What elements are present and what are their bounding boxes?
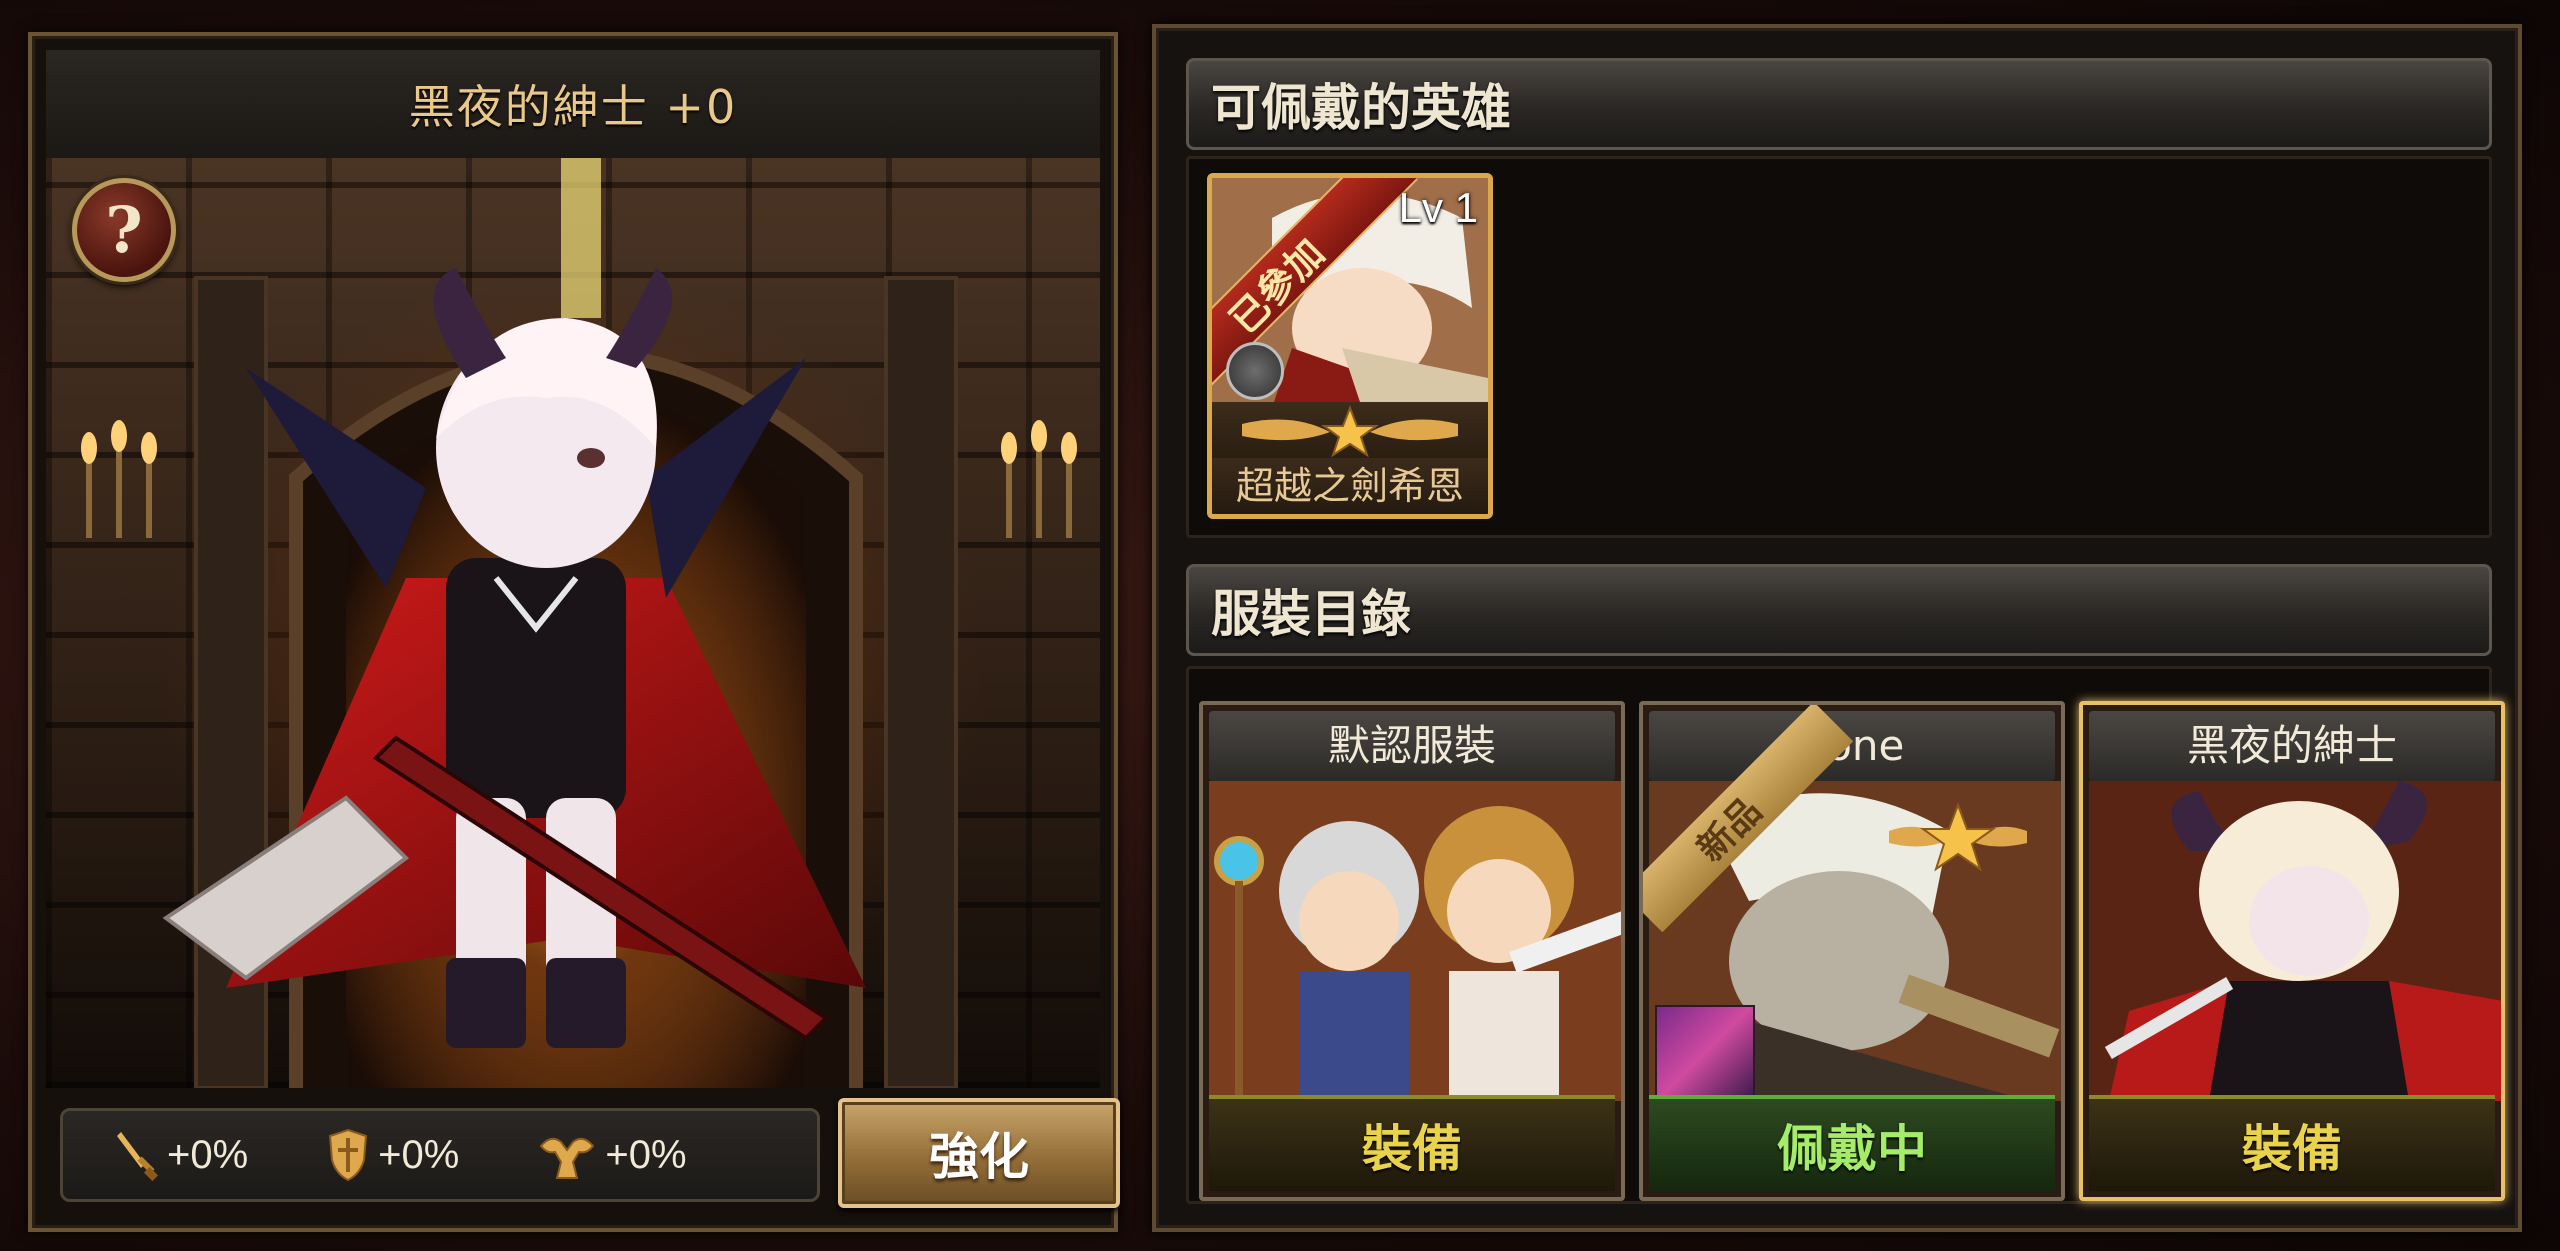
wearable-heroes-list: 已參加 Lv 1 超越之劍希恩 [1186,156,2492,538]
costume-management-panel: 可佩戴的英雄 已參加 Lv 1 超越之劍希恩 服裝目錄 默認服裝 裝備 none… [1152,24,2522,1232]
equip-button[interactable]: 裝備 [2089,1095,2495,1191]
muscle-icon [540,1137,595,1179]
defense-value: +0% [378,1132,460,1177]
hero-card[interactable]: 已參加 Lv 1 超越之劍希恩 [1207,173,1493,519]
help-button[interactable]: ? [72,178,176,282]
stats-bar: +0% +0% +0% [60,1108,820,1202]
wearing-status: 佩戴中 [1649,1095,2055,1191]
enhance-button[interactable]: 強化 [838,1098,1120,1208]
costume-card-default[interactable]: 默認服裝 裝備 [1199,701,1625,1201]
defense-stat: +0% [326,1128,459,1182]
sword-icon [117,1132,159,1182]
wearable-heroes-header: 可佩戴的英雄 [1186,58,2492,150]
costume-card-title: none [1649,711,2055,781]
costume-catalog-header: 服裝目錄 [1186,564,2492,656]
health-value: +0% [605,1132,687,1177]
costume-title: 黑夜的紳士 +0 [408,80,738,134]
rank-wings-band [1212,402,1488,460]
equip-button[interactable]: 裝備 [1209,1095,1615,1191]
hero-level: Lv 1 [1398,184,1478,231]
costume-title-bar: 黑夜的紳士 +0 [46,50,1100,158]
character-scene-art [81,158,1077,1088]
crossed-swords-icon [1226,342,1284,400]
attack-value: +0% [167,1132,249,1177]
shield-icon [329,1128,368,1182]
character-scene[interactable] [46,158,1100,1088]
winged-star-icon [1889,802,2027,872]
costume-card-title: 黑夜的紳士 [2089,711,2495,781]
costume-card-night-gentleman[interactable]: 黑夜的紳士 裝備 [2079,701,2505,1201]
health-stat: +0% [537,1128,687,1182]
mini-portrait [1655,1005,1755,1101]
costume-catalog-list: 默認服裝 裝備 none 新品 佩戴中 黑夜的紳士 裝備 [1186,666,2505,1204]
attack-stat: +0% [115,1128,248,1182]
costume-card-none[interactable]: none 新品 佩戴中 [1639,701,2065,1201]
character-preview-panel: 黑夜的紳士 +0 ? +0% +0% +0% 強化 [28,32,1120,1232]
hero-name: 超越之劍希恩 [1212,458,1488,514]
costume-art-default [1209,781,1621,1101]
costume-art-night-gentleman [2089,781,2501,1101]
winged-star-icon [1242,405,1458,458]
costume-card-title: 默認服裝 [1209,711,1615,781]
